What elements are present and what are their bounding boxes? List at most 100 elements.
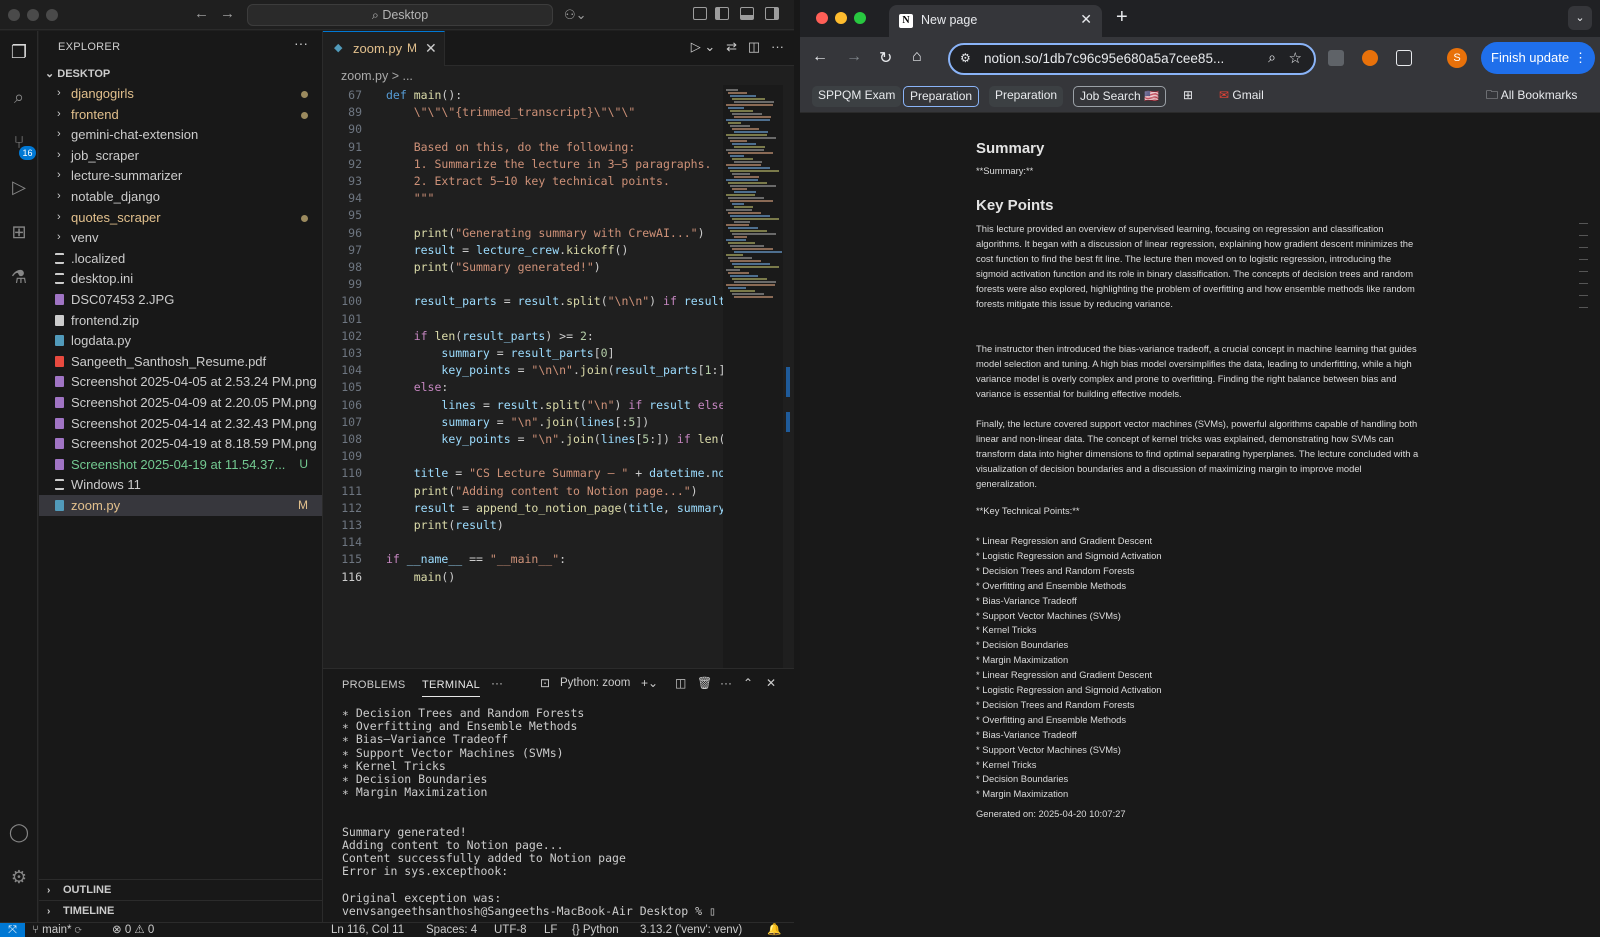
forward-arrow-icon[interactable]: → [220,5,235,22]
more-actions-icon[interactable]: ··· [720,676,732,690]
bookmark-star-icon[interactable]: ☆ [1289,49,1302,67]
terminal-output[interactable]: ∗ Decision Trees and Random Forests ∗ Ov… [342,706,716,918]
extensions-icon[interactable]: ⊞ [8,221,30,243]
bookmark-sppqm-exam[interactable]: SPPQM Exam [812,86,902,107]
settings-gear-icon[interactable]: ⚙ [8,866,30,888]
window-minimize-button[interactable] [835,12,847,24]
file-item[interactable]: Screenshot 2025-04-19 at 8.18.59 PM.png [39,433,322,454]
branch-indicator[interactable]: ⑂ main* ⟳ [32,923,82,937]
compare-icon[interactable]: ⇄ [726,39,737,54]
browser-tab-new-page[interactable]: N New page ✕ [889,5,1102,37]
command-center-search[interactable]: ⌕ Desktop [247,4,553,26]
split-editor-icon[interactable]: ◫ [748,39,760,54]
notion-page[interactable]: Summary **Summary:** Key Points This lec… [800,113,1600,937]
window-close-button[interactable] [8,9,20,21]
minimap[interactable] [723,85,783,685]
timeline-section[interactable]: › TIMELINE [39,900,322,921]
finish-update-button[interactable]: Finish update ⋮ [1481,42,1595,74]
tab-zoom-py[interactable]: ◆ zoom.py M ✕ [323,31,445,66]
all-bookmarks[interactable]: 🗀 All Bookmarks [1480,86,1583,107]
bookmark-preparation-2[interactable]: Preparation [989,86,1064,107]
file-item[interactable]: .localized [39,248,322,269]
bookmark-gmail[interactable]: ✉ Gmail [1213,86,1270,107]
toggle-sidebar-icon[interactable] [715,7,729,20]
apps-grid-icon[interactable]: ⊞ [1177,86,1199,107]
back-arrow-icon[interactable]: ← [812,48,828,66]
reload-icon[interactable]: ↻ [879,48,892,68]
toggle-secondary-sidebar-icon[interactable] [765,7,779,20]
folder-item[interactable]: › frontend [39,104,322,125]
window-zoom-button[interactable] [854,12,866,24]
chevron-up-icon[interactable]: ⌃ [743,676,753,690]
new-tab-button[interactable]: + [1116,6,1128,29]
file-item[interactable]: Sangeeth_Santhosh_Resume.pdf [39,351,322,372]
line-ending[interactable]: LF [544,923,557,937]
breadcrumb[interactable]: zoom.py > ... [341,69,413,83]
problems-indicator[interactable]: ⊗ 0 ⚠ 0 [112,923,154,937]
copilot-icon[interactable]: ⚇⌄ [564,7,587,23]
folder-item[interactable]: › notable_django [39,186,322,207]
explorer-icon[interactable]: ❐ [8,41,30,63]
file-item[interactable]: frontend.zip [39,310,322,331]
encoding[interactable]: UTF-8 [494,923,527,937]
outline-section[interactable]: › OUTLINE [39,879,322,900]
zoom-icon[interactable]: ⌕ [1268,49,1276,66]
add-terminal-icon[interactable]: +⌄ [641,676,658,690]
window-zoom-button[interactable] [46,9,58,21]
cursor-position[interactable]: Ln 116, Col 11 [331,923,404,937]
code-editor[interactable]: 67 def main(): 89 \"\"\"{trimmed_transcrip… [323,87,728,647]
testing-icon[interactable]: ⚗ [8,266,30,288]
editor-scrollbar[interactable] [785,87,791,657]
language-mode[interactable]: {} Python [572,923,619,937]
bookmark-preparation-1[interactable]: Preparation [903,86,980,107]
indentation[interactable]: Spaces: 4 [426,923,477,937]
folder-item[interactable]: › job_scraper [39,145,322,166]
notifications-bell-icon[interactable]: 🔔 [767,923,781,937]
extension-icon[interactable] [1328,50,1344,66]
tab-terminal[interactable]: TERMINAL [422,679,481,697]
close-icon[interactable]: ✕ [766,676,776,690]
extensions-puzzle-icon[interactable] [1396,50,1412,66]
root-folder[interactable]: ⌄ DESKTOP [45,67,110,80]
avatar[interactable]: S [1447,48,1467,68]
site-info-icon[interactable]: ⚙ [960,51,971,65]
close-icon[interactable]: ✕ [1080,11,1092,28]
folder-item[interactable]: › gemini-chat-extension [39,124,322,145]
tab-search-icon[interactable]: ⌄ [1568,6,1592,30]
more-actions-icon[interactable]: ··· [771,39,784,54]
folder-item[interactable]: › lecture-summarizer [39,165,322,186]
folder-item[interactable]: › venv [39,227,322,248]
run-debug-icon[interactable]: ▷ [8,176,30,198]
file-item[interactable]: logdata.py [39,330,322,351]
run-icon[interactable]: ▷ ⌄ [691,39,716,54]
more-actions-icon[interactable]: ··· [294,35,308,51]
customize-layout-icon[interactable] [693,7,707,20]
terminal-profile[interactable]: Python: zoom [560,677,630,689]
file-item[interactable]: DSC07453 2.JPG [39,289,322,310]
kebab-menu-icon[interactable]: ⋮ [1574,42,1587,74]
file-item[interactable]: Screenshot 2025-04-19 at 11.54.37... U [39,454,322,475]
split-terminal-icon[interactable]: ◫ [675,676,686,690]
file-item[interactable]: Screenshot 2025-04-09 at 2.20.05 PM.png [39,392,322,413]
search-icon[interactable]: ⌕ [8,86,30,108]
home-icon[interactable]: ⌂ [912,48,922,66]
file-item[interactable]: zoom.py M [39,495,322,516]
window-close-button[interactable] [816,12,828,24]
remote-icon[interactable]: ⤧ [0,923,25,937]
account-icon[interactable]: ◯ [8,821,30,843]
folder-item[interactable]: › djangogirls [39,83,322,104]
file-item[interactable]: Screenshot 2025-04-14 at 2.32.43 PM.png [39,413,322,434]
extension-fox-icon[interactable] [1362,50,1378,66]
window-minimize-button[interactable] [27,9,39,21]
address-bar[interactable]: ⚙ notion.so/1db7c96c95e680a5a7cee85... ⌕… [948,43,1316,75]
tab-problems[interactable]: PROBLEMS [342,679,406,691]
file-item[interactable]: Screenshot 2025-04-05 at 2.53.24 PM.png [39,371,322,392]
file-item[interactable]: Windows 11 [39,474,322,495]
close-icon[interactable]: ✕ [425,32,437,65]
more-actions-icon[interactable]: ··· [491,676,503,690]
python-interpreter[interactable]: 3.13.2 ('venv': venv) [640,923,742,937]
folder-item[interactable]: › quotes_scraper [39,207,322,228]
bookmark-job-search[interactable]: Job Search 🇺🇸 [1073,86,1166,107]
trash-icon[interactable]: 🗑 [697,676,712,690]
forward-arrow-icon[interactable]: → [846,48,862,66]
